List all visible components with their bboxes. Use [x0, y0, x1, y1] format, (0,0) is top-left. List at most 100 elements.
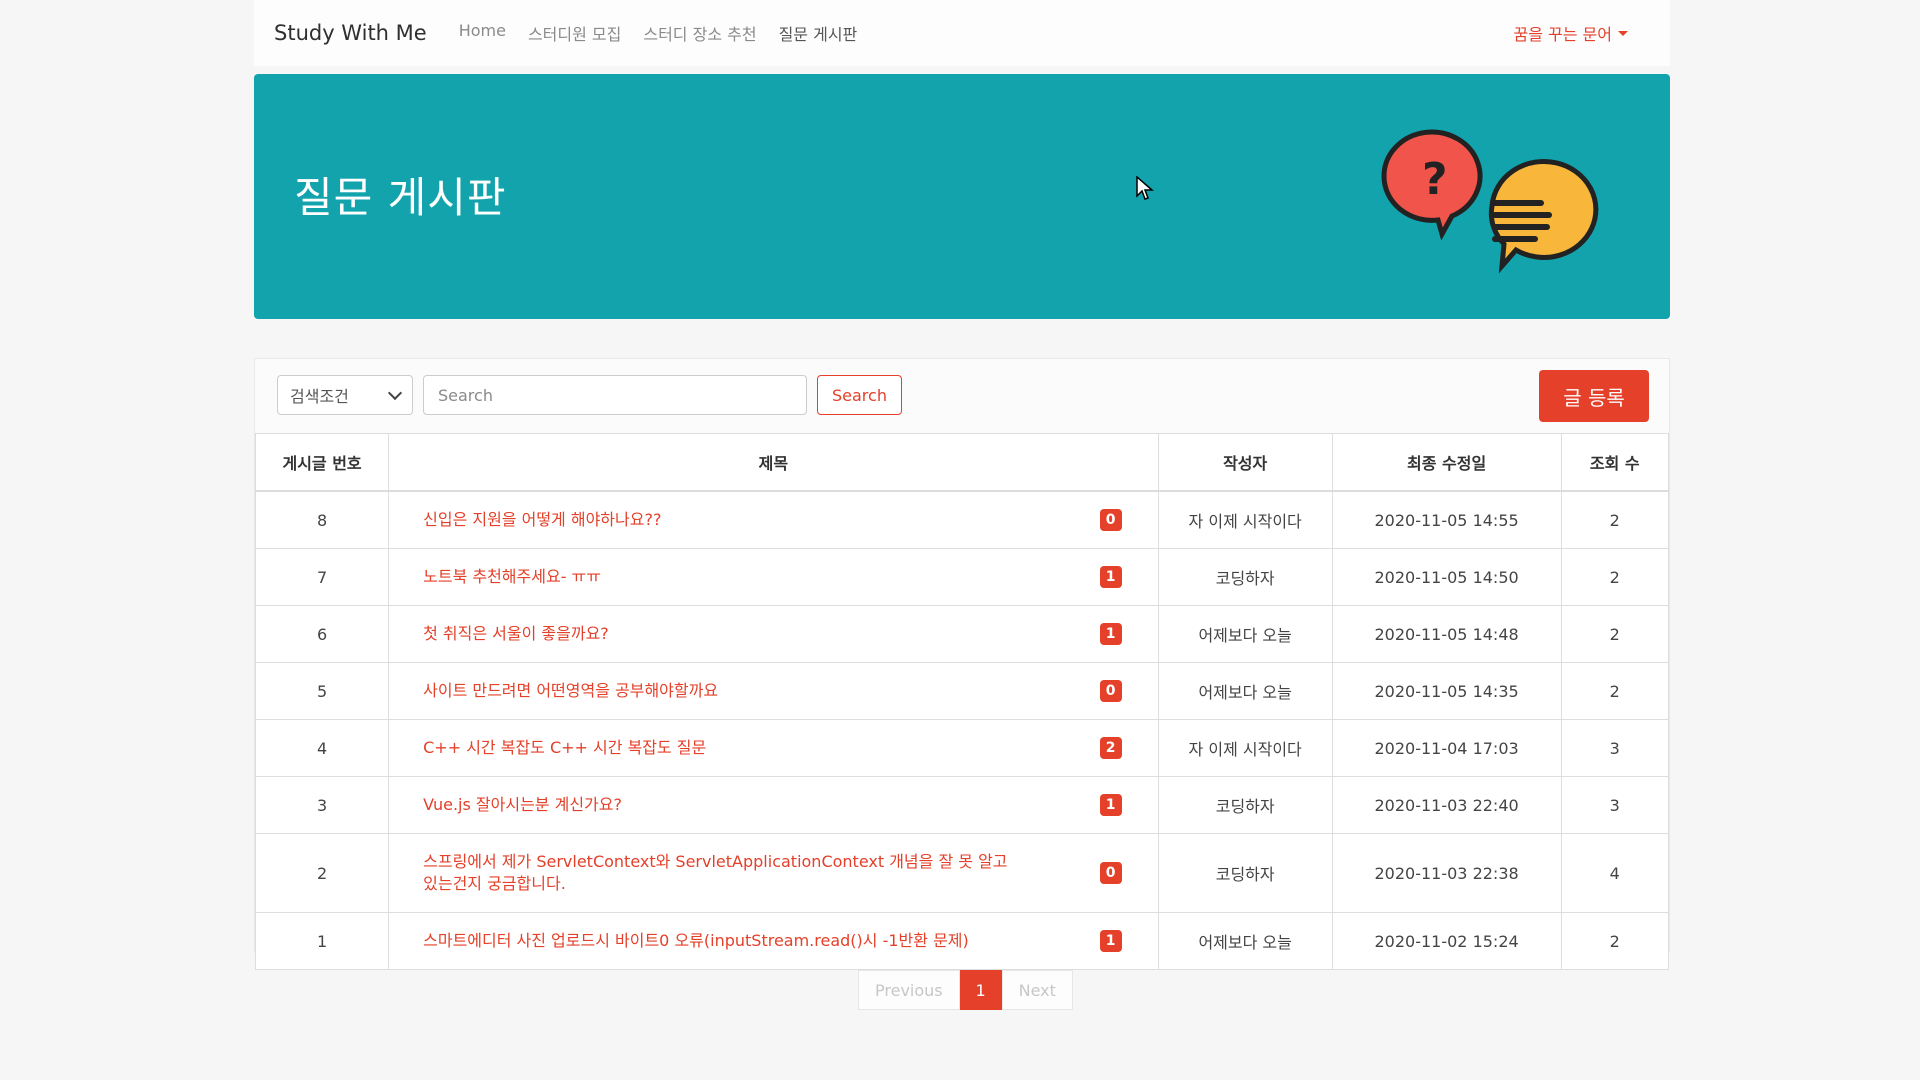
post-views: 4: [1560, 833, 1670, 913]
nav-study-place[interactable]: 스터디 장소 추천: [643, 21, 756, 45]
search-condition-value: 검색조건: [290, 387, 349, 406]
post-date: 2020-11-03 22:38: [1331, 833, 1562, 913]
title-cell: 첫 취직은 서울이 좋을까요? 1: [388, 605, 1159, 663]
board-panel: 검색조건 Search 글 등록 게시글 번호 제목 작성자 최종 수정일 조회…: [254, 358, 1670, 970]
comment-count-badge: 1: [1099, 623, 1122, 645]
post-views: 3: [1560, 719, 1670, 777]
post-date: 2020-11-05 14:50: [1331, 548, 1562, 606]
post-author: 어제보다 오늘: [1157, 912, 1333, 970]
svg-text:?: ?: [1422, 154, 1448, 205]
post-author: 자 이제 시작이다: [1157, 719, 1333, 777]
pagination: Previous 1 Next: [858, 970, 1073, 1010]
user-name: 꿈을 꾸는 문어: [1513, 25, 1613, 44]
page-title: 질문 게시판: [294, 173, 507, 222]
post-date: 2020-11-04 17:03: [1331, 719, 1562, 777]
post-number: 1: [254, 912, 390, 970]
table-row[interactable]: 8 신입은 지원을 어떻게 해야하나요?? 0 자 이제 시작이다 2020-11…: [254, 490, 1670, 549]
search-toolbar: 검색조건 Search: [277, 375, 902, 415]
table-row[interactable]: 5 사이트 만드려면 어떤영역을 공부해야할까요 0 어제보다 오늘 2020-1…: [254, 662, 1670, 720]
header-views[interactable]: 조회 수: [1560, 433, 1670, 492]
table-header-row: 게시글 번호 제목 작성자 최종 수정일 조회 수: [254, 433, 1670, 492]
page-1-button[interactable]: 1: [959, 970, 1002, 1010]
post-views: 2: [1560, 912, 1670, 970]
post-title-link[interactable]: 노트북 추천해주세요- ㅠㅠ: [423, 566, 1013, 588]
nav-qna-board[interactable]: 질문 게시판: [779, 21, 858, 45]
comment-count-badge: 0: [1099, 862, 1122, 884]
nav-study-recruit[interactable]: 스터디원 모집: [528, 21, 621, 45]
post-date: 2020-11-05 14:35: [1331, 662, 1562, 720]
post-number: 3: [254, 776, 390, 834]
post-number: 7: [254, 548, 390, 606]
nav-home[interactable]: Home: [459, 21, 506, 45]
table-row[interactable]: 1 스마트에디터 사진 업로드시 바이트0 오류(inputStream.rea…: [254, 912, 1670, 970]
post-number: 8: [254, 490, 390, 549]
next-page-button[interactable]: Next: [1001, 970, 1073, 1010]
post-date: 2020-11-05 14:55: [1331, 490, 1562, 549]
header-modified-date[interactable]: 최종 수정일: [1331, 433, 1562, 492]
question-chat-icon: ?: [1381, 129, 1483, 241]
post-title-link[interactable]: C++ 시간 복잡도 C++ 시간 복잡도 질문: [423, 737, 1013, 759]
post-views: 2: [1560, 490, 1670, 549]
search-button[interactable]: Search: [817, 375, 902, 415]
user-dropdown[interactable]: 꿈을 꾸는 문어: [1513, 21, 1628, 45]
comment-count-badge: 1: [1099, 930, 1122, 952]
post-title-link[interactable]: 스프링에서 제가 ServletContext와 ServletApplicat…: [423, 851, 1013, 895]
chat-bubbles-illustration: ?: [1381, 129, 1599, 274]
post-views: 2: [1560, 548, 1670, 606]
comment-count-badge: 0: [1099, 680, 1122, 702]
title-cell: 사이트 만드려면 어떤영역을 공부해야할까요 0: [388, 662, 1159, 720]
post-title-link[interactable]: 첫 취직은 서울이 좋을까요?: [423, 623, 1013, 645]
post-author: 코딩하자: [1157, 776, 1333, 834]
post-author: 코딩하자: [1157, 548, 1333, 606]
post-date: 2020-11-03 22:40: [1331, 776, 1562, 834]
post-title-link[interactable]: 스마트에디터 사진 업로드시 바이트0 오류(inputStream.read(…: [423, 930, 1013, 952]
post-title-link[interactable]: 사이트 만드려면 어떤영역을 공부해야할까요: [423, 680, 1013, 702]
post-views: 2: [1560, 662, 1670, 720]
navbar: Study With Me Home 스터디원 모집 스터디 장소 추천 질문 …: [254, 0, 1670, 66]
title-cell: C++ 시간 복잡도 C++ 시간 복잡도 질문 2: [388, 719, 1159, 777]
post-views: 3: [1560, 776, 1670, 834]
post-number: 2: [254, 833, 390, 913]
comment-count-badge: 1: [1099, 566, 1122, 588]
write-post-button[interactable]: 글 등록: [1539, 370, 1649, 422]
title-cell: 신입은 지원을 어떻게 해야하나요?? 0: [388, 490, 1159, 549]
title-cell: 스프링에서 제가 ServletContext와 ServletApplicat…: [388, 833, 1159, 913]
table-row[interactable]: 2 스프링에서 제가 ServletContext와 ServletApplic…: [254, 833, 1670, 913]
post-title-link[interactable]: 신입은 지원을 어떻게 해야하나요??: [423, 509, 1013, 531]
nav-links: Home 스터디원 모집 스터디 장소 추천 질문 게시판: [459, 21, 880, 45]
comment-count-badge: 2: [1099, 737, 1122, 759]
post-number: 4: [254, 719, 390, 777]
header-author[interactable]: 작성자: [1157, 433, 1333, 492]
chevron-down-icon: [387, 385, 403, 401]
search-input[interactable]: [423, 375, 807, 415]
post-author: 자 이제 시작이다: [1157, 490, 1333, 549]
table-row[interactable]: 7 노트북 추천해주세요- ㅠㅠ 1 코딩하자 2020-11-05 14:50 …: [254, 548, 1670, 606]
header-title[interactable]: 제목: [388, 433, 1159, 492]
post-author: 어제보다 오늘: [1157, 605, 1333, 663]
comment-count-badge: 1: [1099, 794, 1122, 816]
previous-page-button[interactable]: Previous: [858, 970, 960, 1010]
post-date: 2020-11-02 15:24: [1331, 912, 1562, 970]
header-post-number[interactable]: 게시글 번호: [254, 433, 390, 492]
table-row[interactable]: 3 Vue.js 잘아시는분 계신가요? 1 코딩하자 2020-11-03 22…: [254, 776, 1670, 834]
search-condition-select[interactable]: 검색조건: [277, 375, 413, 415]
mouse-cursor-icon: [1136, 176, 1154, 200]
post-number: 6: [254, 605, 390, 663]
message-chat-icon: [1488, 158, 1599, 274]
posts-table: 게시글 번호 제목 작성자 최종 수정일 조회 수 8 신입은 지원을 어떻게 …: [254, 433, 1670, 970]
brand-logo[interactable]: Study With Me: [274, 21, 427, 45]
table-row[interactable]: 6 첫 취직은 서울이 좋을까요? 1 어제보다 오늘 2020-11-05 14…: [254, 605, 1670, 663]
comment-count-badge: 0: [1099, 509, 1122, 531]
hero-banner: 질문 게시판 ?: [254, 74, 1670, 319]
post-title-link[interactable]: Vue.js 잘아시는분 계신가요?: [423, 794, 1013, 816]
post-date: 2020-11-05 14:48: [1331, 605, 1562, 663]
post-author: 어제보다 오늘: [1157, 662, 1333, 720]
title-cell: Vue.js 잘아시는분 계신가요? 1: [388, 776, 1159, 834]
caret-down-icon: [1618, 30, 1628, 36]
title-cell: 스마트에디터 사진 업로드시 바이트0 오류(inputStream.read(…: [388, 912, 1159, 970]
post-author: 코딩하자: [1157, 833, 1333, 913]
post-number: 5: [254, 662, 390, 720]
title-cell: 노트북 추천해주세요- ㅠㅠ 1: [388, 548, 1159, 606]
table-row[interactable]: 4 C++ 시간 복잡도 C++ 시간 복잡도 질문 2 자 이제 시작이다 20…: [254, 719, 1670, 777]
post-views: 2: [1560, 605, 1670, 663]
